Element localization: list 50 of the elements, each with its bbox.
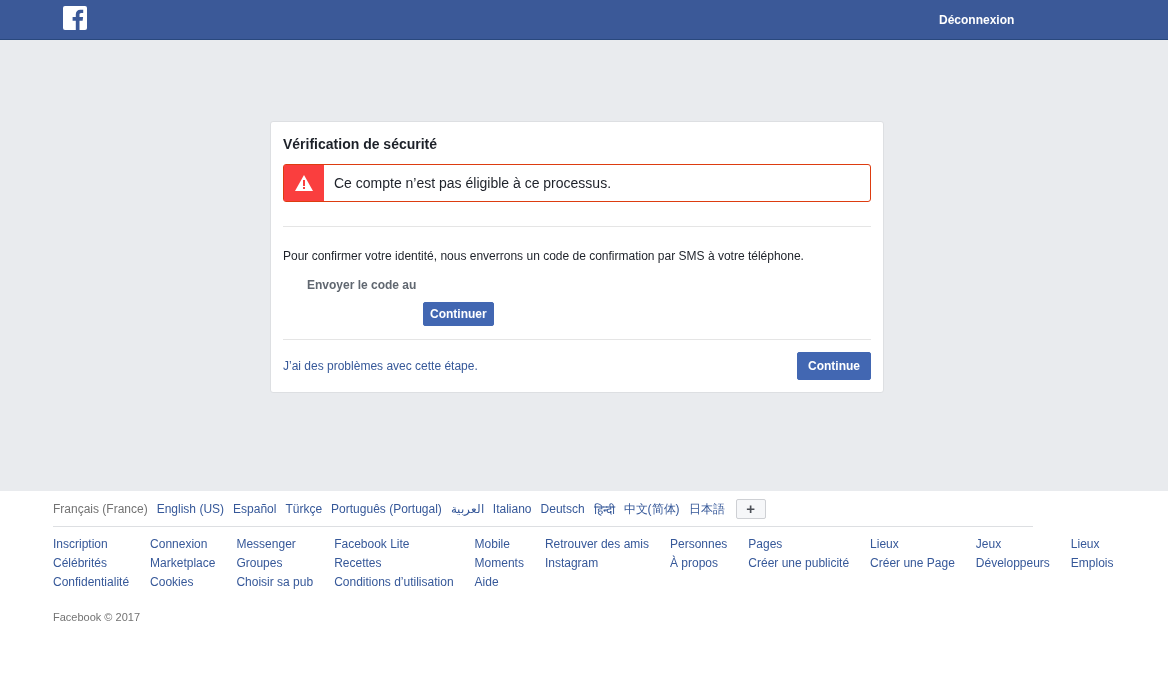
- error-message: Ce compte n’est pas éligible à ce processus.: [333, 174, 612, 193]
- footer-link[interactable]: Facebook Lite: [334, 537, 454, 551]
- footer-link[interactable]: Inscription: [53, 537, 130, 551]
- language-link[interactable]: Español: [233, 502, 277, 516]
- footer-link[interactable]: Connexion: [150, 537, 216, 551]
- more-languages-button[interactable]: +: [735, 499, 766, 519]
- continue-button[interactable]: Continue: [797, 352, 871, 380]
- send-code-label: Envoyer le code au: [307, 278, 418, 292]
- footer-link[interactable]: Jeux: [975, 537, 1050, 551]
- footer-link[interactable]: Instagram: [544, 556, 649, 570]
- footer-link[interactable]: Moments: [474, 556, 524, 570]
- footer-link[interactable]: Confidentialité: [53, 575, 130, 589]
- language-link[interactable]: Italiano: [492, 502, 532, 516]
- footer-link[interactable]: Recettes: [334, 556, 454, 570]
- warning-icon: [295, 175, 313, 191]
- language-link[interactable]: 日本語: [688, 500, 725, 518]
- footer-link[interactable]: Créer une publicité: [748, 556, 850, 570]
- help-link[interactable]: J’ai des problèmes avec cette étape.: [283, 359, 478, 373]
- logout-link[interactable]: Déconnexion: [939, 12, 1015, 27]
- footer-link[interactable]: Marketplace: [150, 556, 216, 570]
- footer-link[interactable]: Aide: [474, 575, 524, 589]
- footer-link[interactable]: Personnes: [669, 537, 728, 551]
- footer-link[interactable]: Choisir sa pub: [236, 575, 314, 589]
- copyright-text: Facebook © 2017: [53, 611, 141, 623]
- language-link[interactable]: Português (Portugal): [331, 502, 442, 516]
- footer-link[interactable]: Célébrités: [53, 556, 130, 570]
- continuer-button[interactable]: Continuer: [423, 302, 494, 326]
- footer-link[interactable]: Lieux: [1070, 537, 1114, 551]
- language-link[interactable]: Deutsch: [540, 502, 585, 516]
- description-text: Pour confirmer votre identité, nous enverrons un code de confirmation par SMS à votre téléphone.: [283, 249, 805, 263]
- footer-link[interactable]: Conditions d’utilisation: [334, 575, 454, 589]
- footer-link[interactable]: Retrouver des amis: [544, 537, 649, 551]
- language-link[interactable]: हिन्दी: [593, 500, 615, 518]
- language-link[interactable]: English (US): [156, 502, 225, 516]
- language-link[interactable]: Français (France): [53, 502, 148, 516]
- card-title: Vérification de sécurité: [283, 136, 439, 152]
- footer-link[interactable]: Créer une Page: [870, 556, 955, 570]
- language-link[interactable]: العربية: [450, 502, 484, 516]
- footer-link[interactable]: Emplois: [1070, 556, 1114, 570]
- footer-link[interactable]: Groupes: [236, 556, 314, 570]
- footer-link[interactable]: Pages: [748, 537, 850, 551]
- footer-link[interactable]: Messenger: [236, 537, 314, 551]
- language-link[interactable]: Türkçe: [285, 502, 323, 516]
- footer-link[interactable]: Lieux: [870, 537, 955, 551]
- footer-link[interactable]: À propos: [669, 556, 728, 570]
- logo-icon[interactable]: [63, 5, 87, 30]
- footer-link[interactable]: Mobile: [474, 537, 524, 551]
- language-link[interactable]: 中文(简体): [623, 500, 680, 518]
- footer-link[interactable]: Développeurs: [975, 556, 1050, 570]
- footer-link[interactable]: Cookies: [150, 575, 216, 589]
